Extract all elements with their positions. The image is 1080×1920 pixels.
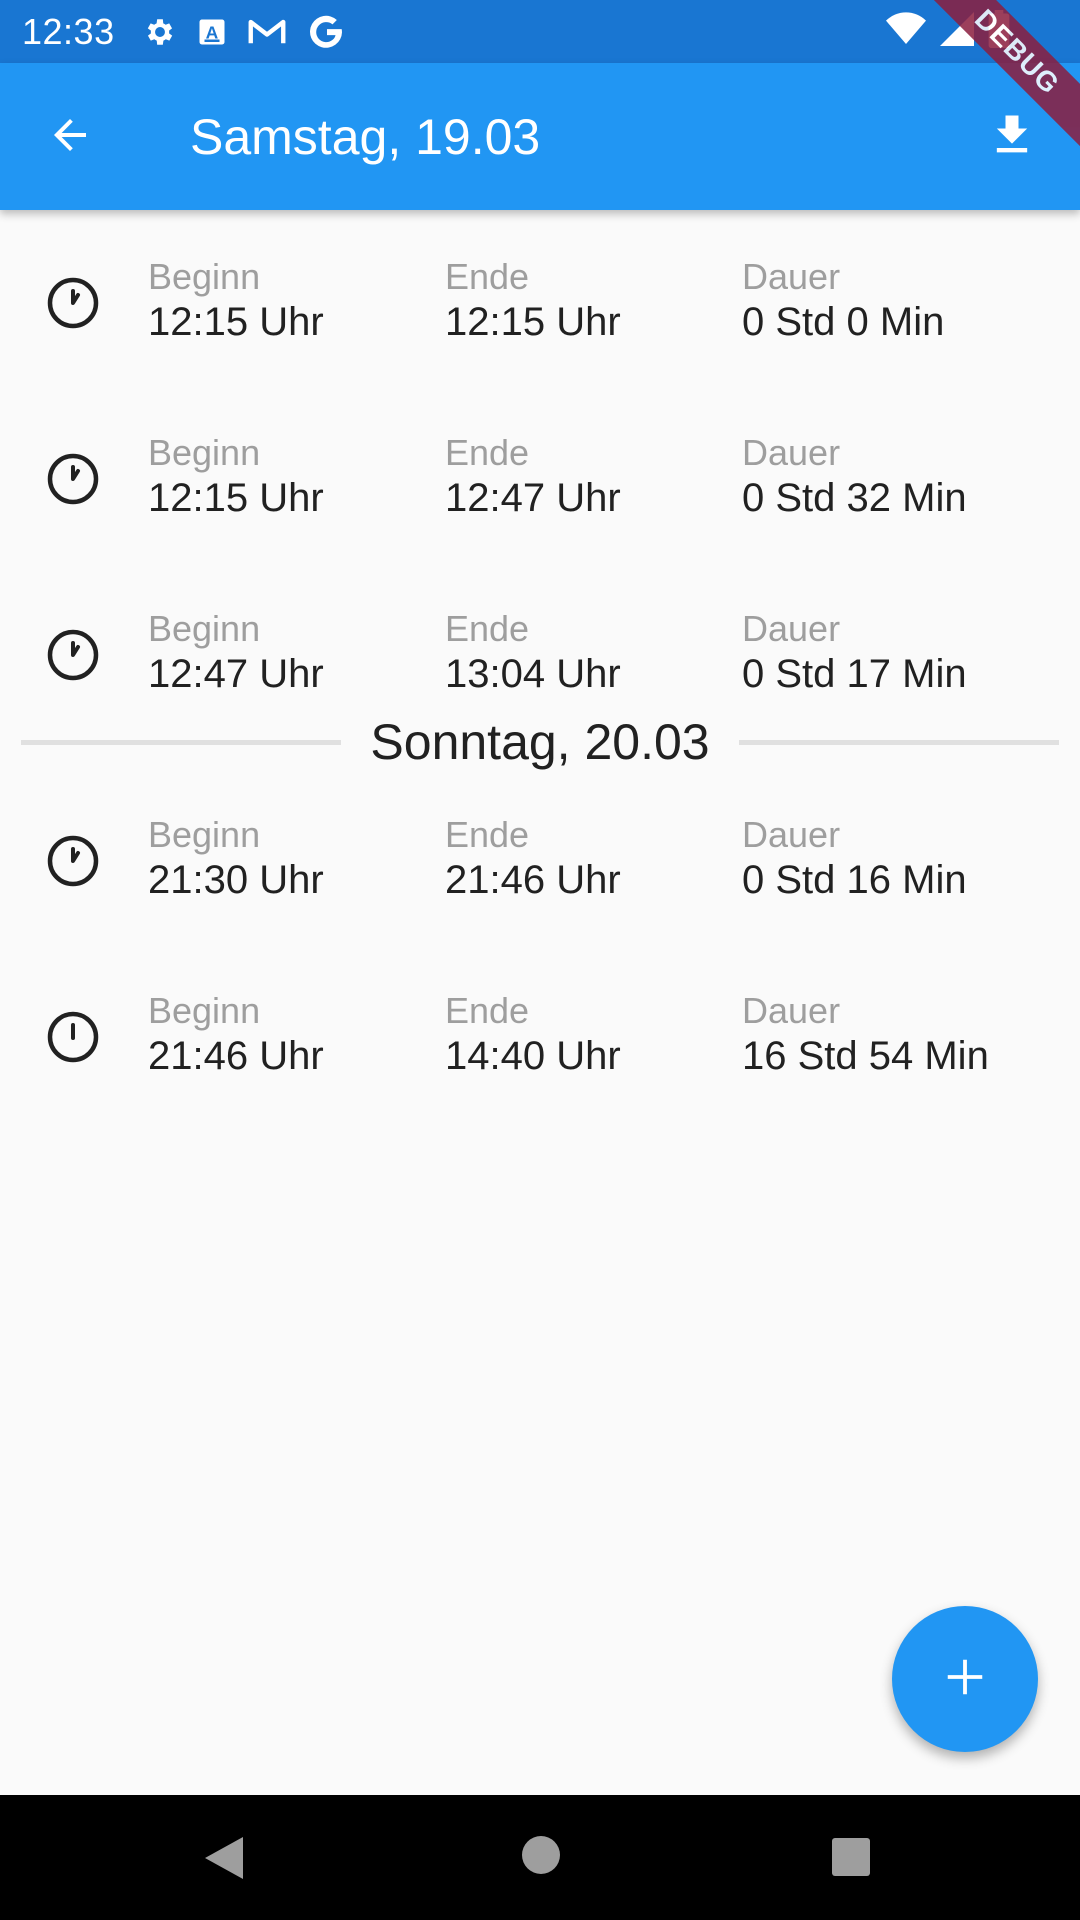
end-label: Ende [445, 432, 530, 473]
duration-column: Dauer 0 Std 16 Min [742, 814, 967, 904]
time-entry[interactable]: Beginn 21:30 Uhr Ende 21:46 Uhr Dauer 0 … [0, 768, 1080, 944]
google-icon [307, 12, 347, 52]
gmail-icon [247, 17, 287, 47]
duration-label: Dauer [742, 990, 841, 1031]
clock-icon [47, 1011, 99, 1063]
begin-label: Beginn [148, 608, 261, 649]
end-value: 21:46 Uhr [445, 858, 621, 902]
duration-label: Dauer [742, 256, 841, 297]
time-entry[interactable]: Beginn 12:15 Uhr Ende 12:15 Uhr Dauer 0 … [0, 210, 1080, 386]
begin-column: Beginn 12:47 Uhr [148, 608, 324, 698]
divider-line-right [739, 740, 1059, 745]
end-value: 13:04 Uhr [445, 652, 621, 696]
add-entry-button[interactable] [892, 1606, 1038, 1752]
begin-label: Beginn [148, 814, 261, 855]
svg-text:A: A [205, 22, 218, 42]
page-title: Samstag, 19.03 [190, 109, 541, 165]
end-value: 12:15 Uhr [445, 300, 621, 344]
download-icon [986, 109, 1038, 166]
app-bar: Samstag, 19.03 [0, 63, 1080, 210]
clock-icon [47, 277, 99, 329]
end-label: Ende [445, 256, 530, 297]
begin-column: Beginn 21:46 Uhr [148, 990, 324, 1080]
time-entry[interactable]: Beginn 21:46 Uhr Ende 14:40 Uhr Dauer 16… [0, 944, 1080, 1120]
day-divider: Sonntag, 20.03 [0, 712, 1080, 772]
begin-column: Beginn 12:15 Uhr [148, 256, 324, 346]
duration-label: Dauer [742, 814, 841, 855]
time-entry-list: Beginn 12:15 Uhr Ende 12:15 Uhr Dauer 0 … [0, 210, 1080, 1120]
duration-column: Dauer 0 Std 0 Min [742, 256, 944, 346]
back-button[interactable] [40, 107, 100, 167]
end-label: Ende [445, 990, 530, 1031]
duration-value: 16 Std 54 Min [742, 1034, 989, 1078]
download-button[interactable] [980, 105, 1044, 169]
status-notification-icons: A [143, 12, 347, 52]
add-icon [942, 1654, 988, 1705]
duration-column: Dauer 0 Std 17 Min [742, 608, 967, 698]
settings-icon [143, 15, 177, 49]
duration-label: Dauer [742, 432, 841, 473]
end-label: Ende [445, 608, 530, 649]
begin-value: 12:15 Uhr [148, 300, 324, 344]
time-entry[interactable]: Beginn 12:15 Uhr Ende 12:47 Uhr Dauer 0 … [0, 386, 1080, 562]
end-value: 12:47 Uhr [445, 476, 621, 520]
nav-recents-icon[interactable] [831, 1837, 871, 1882]
end-column: Ende 12:47 Uhr [445, 432, 621, 522]
duration-value: 0 Std 32 Min [742, 476, 967, 520]
begin-value: 21:30 Uhr [148, 858, 324, 902]
system-nav-bar [0, 1795, 1080, 1920]
arrow-back-icon [46, 111, 94, 164]
end-value: 14:40 Uhr [445, 1034, 621, 1078]
end-label: Ende [445, 814, 530, 855]
begin-label: Beginn [148, 256, 261, 297]
clock-icon [47, 629, 99, 681]
status-time: 12:33 [22, 10, 115, 52]
begin-label: Beginn [148, 432, 261, 473]
begin-value: 12:15 Uhr [148, 476, 324, 520]
begin-column: Beginn 12:15 Uhr [148, 432, 324, 522]
duration-value: 0 Std 16 Min [742, 858, 967, 902]
end-column: Ende 12:15 Uhr [445, 256, 621, 346]
begin-column: Beginn 21:30 Uhr [148, 814, 324, 904]
duration-column: Dauer 16 Std 54 Min [742, 990, 989, 1080]
end-column: Ende 13:04 Uhr [445, 608, 621, 698]
duration-label: Dauer [742, 608, 841, 649]
clock-icon [47, 453, 99, 505]
nav-back-icon[interactable] [203, 1835, 245, 1886]
clock-icon [47, 835, 99, 887]
a-box-icon: A [197, 17, 227, 47]
duration-value: 0 Std 0 Min [742, 300, 945, 344]
duration-value: 0 Std 17 Min [742, 652, 967, 696]
status-bar: 12:33 A [0, 0, 1080, 63]
nav-home-icon[interactable] [521, 1835, 561, 1880]
end-column: Ende 21:46 Uhr [445, 814, 621, 904]
screen: 12:33 A DEBUG Samstag, 19.03 Beginn 12:1… [0, 0, 1080, 1920]
begin-value: 12:47 Uhr [148, 652, 324, 696]
end-column: Ende 14:40 Uhr [445, 990, 621, 1080]
duration-column: Dauer 0 Std 32 Min [742, 432, 967, 522]
begin-value: 21:46 Uhr [148, 1034, 324, 1078]
wifi-icon [886, 12, 926, 51]
begin-label: Beginn [148, 990, 261, 1031]
